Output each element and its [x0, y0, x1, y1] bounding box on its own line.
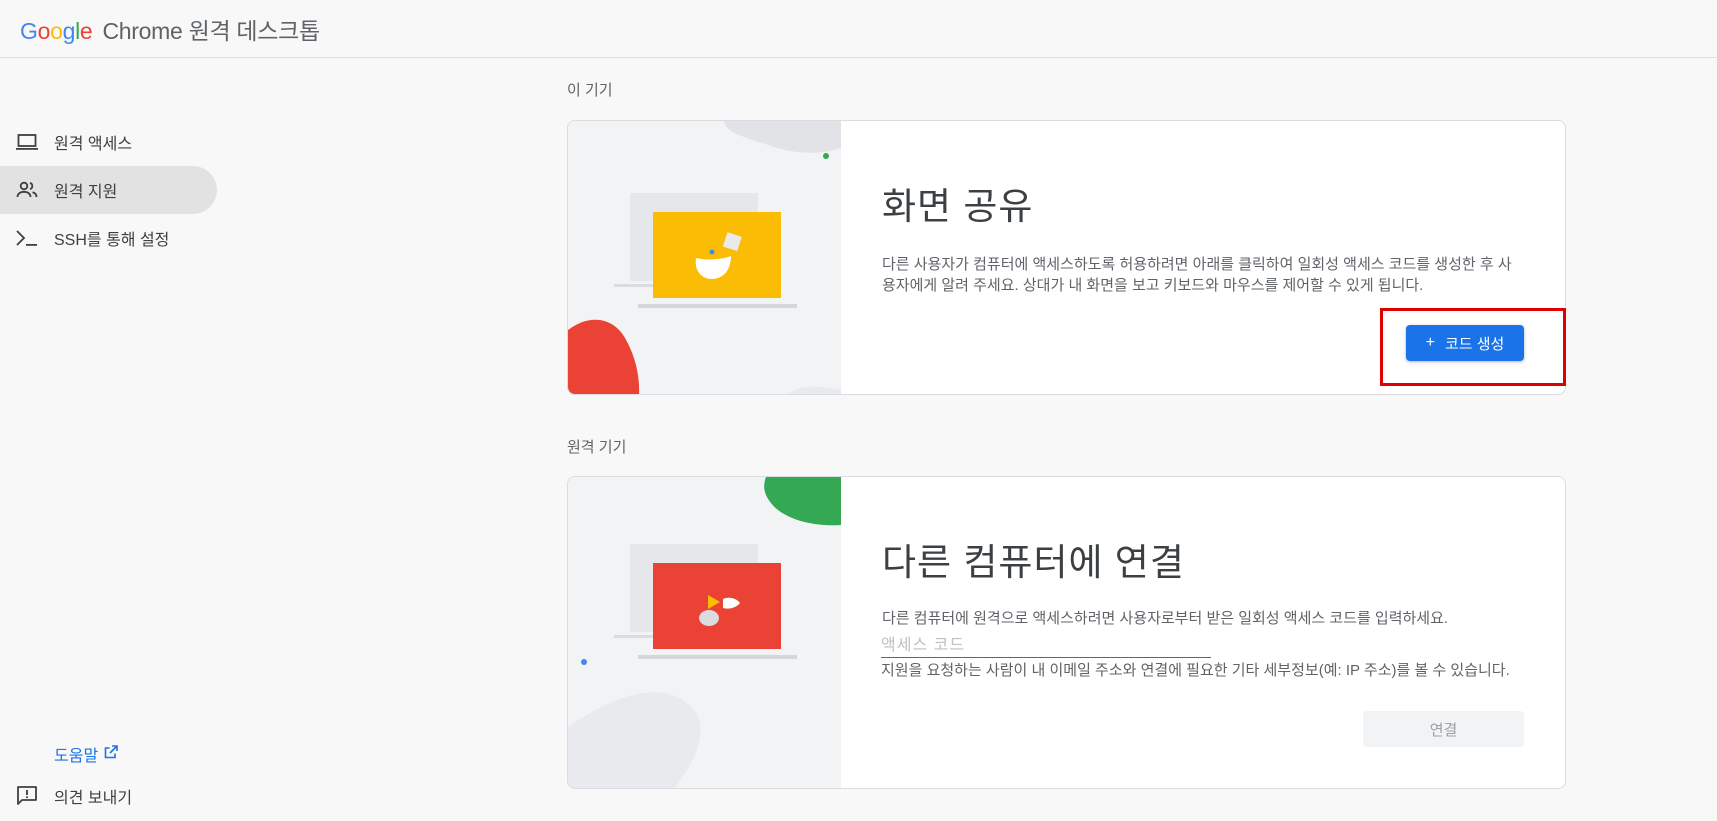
logo-letter: G	[20, 18, 38, 44]
help-link[interactable]: 도움말	[54, 742, 118, 766]
access-code-input[interactable]	[881, 634, 1211, 658]
sidebar-item-label: 원격 액세스	[54, 136, 133, 153]
connect-label: 연결	[1429, 721, 1458, 739]
sidebar-item-remote-access[interactable]: 원격 액세스	[0, 118, 217, 166]
share-screen-description: 다른 사용자가 컴퓨터에 액세스하도록 허용하려면 아래를 클릭하여 일회성 액…	[882, 256, 1512, 294]
logo-letter: o	[50, 18, 63, 44]
terminal-icon	[0, 226, 54, 250]
generate-code-label: 코드 생성	[1444, 335, 1505, 353]
open-in-new-icon	[104, 744, 118, 764]
sidebar-item-remote-support[interactable]: 원격 지원	[0, 166, 217, 214]
laptop-icon	[0, 130, 54, 154]
share-screen-title: 화면 공유	[882, 186, 1034, 227]
plus-icon: +	[1425, 334, 1435, 351]
top-bar: Google Chrome 원격 데스크톱	[0, 0, 1717, 58]
connect-description: 다른 컴퓨터에 원격으로 액세스하려면 사용자로부터 받은 일회성 액세스 코드…	[882, 610, 1449, 627]
generate-code-button[interactable]: + 코드 생성	[1406, 325, 1524, 361]
connect-title: 다른 컴퓨터에 연결	[882, 542, 1185, 583]
connect-button[interactable]: 연결	[1363, 711, 1524, 747]
section-label-this-device: 이 기기	[567, 82, 613, 99]
sidebar-item-label: 원격 지원	[54, 184, 118, 201]
feedback-button[interactable]: 의견 보내기	[0, 780, 132, 812]
section-label-remote-device: 원격 기기	[567, 439, 627, 456]
connect-illustration	[568, 477, 841, 788]
logo-letter: g	[62, 18, 76, 44]
product-name: Chrome 원격 데스크톱	[102, 18, 321, 44]
sidebar-item-label: SSH를 통해 설정	[54, 232, 170, 249]
logo-letter: e	[79, 18, 93, 44]
logo-letter: o	[37, 18, 51, 44]
feedback-label: 의견 보내기	[54, 790, 133, 807]
help-label: 도움말	[54, 748, 99, 765]
sidebar-item-ssh-setup[interactable]: SSH를 통해 설정	[0, 214, 217, 262]
access-code-hint: 지원을 요청하는 사람이 내 이메일 주소와 연결에 필요한 기타 세부정보(예…	[881, 662, 1510, 679]
feedback-icon	[0, 784, 54, 808]
people-icon	[0, 178, 54, 202]
share-screen-illustration	[568, 121, 841, 394]
app-logo: Google Chrome 원격 데스크톱	[20, 12, 320, 46]
